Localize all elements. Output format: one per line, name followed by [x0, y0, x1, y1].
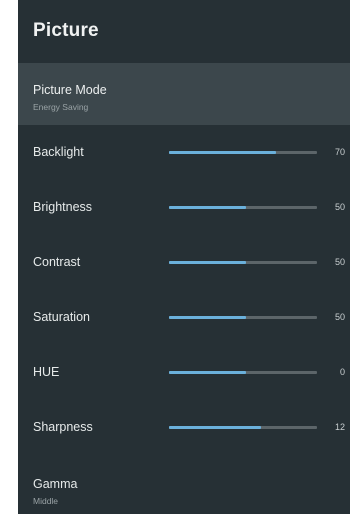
picture-settings-panel: Picture Picture Mode Energy Saving Backl… — [18, 0, 350, 514]
hue-value: 0 — [339, 367, 345, 377]
hue-label: HUE — [33, 365, 60, 379]
brightness-value: 50 — [334, 202, 345, 212]
sharpness-item[interactable]: Sharpness 12 — [18, 407, 350, 461]
picture-mode-value: Energy Saving — [33, 102, 89, 112]
saturation-slider-track[interactable] — [169, 316, 317, 319]
sharpness-slider-fill — [169, 426, 261, 429]
picture-mode-item[interactable]: Picture Mode Energy Saving — [18, 63, 350, 125]
saturation-item[interactable]: Saturation 50 — [18, 297, 350, 351]
contrast-label: Contrast — [33, 255, 81, 269]
backlight-item[interactable]: Backlight 70 — [18, 132, 350, 186]
backlight-label: Backlight — [33, 145, 84, 159]
backlight-value: 70 — [334, 147, 345, 157]
contrast-slider-track[interactable] — [169, 261, 317, 264]
backlight-slider-fill — [169, 151, 276, 154]
gamma-item[interactable]: Gamma Middle — [18, 468, 350, 514]
panel-title: Picture — [33, 20, 99, 41]
sharpness-label: Sharpness — [33, 420, 93, 434]
sharpness-slider-track[interactable] — [169, 426, 317, 429]
hue-item[interactable]: HUE 0 — [18, 352, 350, 406]
brightness-slider-track[interactable] — [169, 206, 317, 209]
brightness-item[interactable]: Brightness 50 — [18, 187, 350, 241]
contrast-slider-fill — [169, 261, 246, 264]
backlight-slider-track[interactable] — [169, 151, 317, 154]
gamma-value: Middle — [33, 496, 59, 506]
panel-header: Picture — [18, 0, 350, 62]
picture-mode-label: Picture Mode — [33, 83, 107, 97]
brightness-slider-fill — [169, 206, 246, 209]
gamma-label: Gamma — [33, 477, 78, 491]
saturation-value: 50 — [334, 312, 345, 322]
hue-slider-fill — [169, 371, 246, 374]
saturation-slider-fill — [169, 316, 246, 319]
hue-slider-track[interactable] — [169, 371, 317, 374]
contrast-value: 50 — [334, 257, 345, 267]
brightness-label: Brightness — [33, 200, 93, 214]
sharpness-value: 12 — [334, 422, 345, 432]
saturation-label: Saturation — [33, 310, 90, 324]
contrast-item[interactable]: Contrast 50 — [18, 242, 350, 296]
